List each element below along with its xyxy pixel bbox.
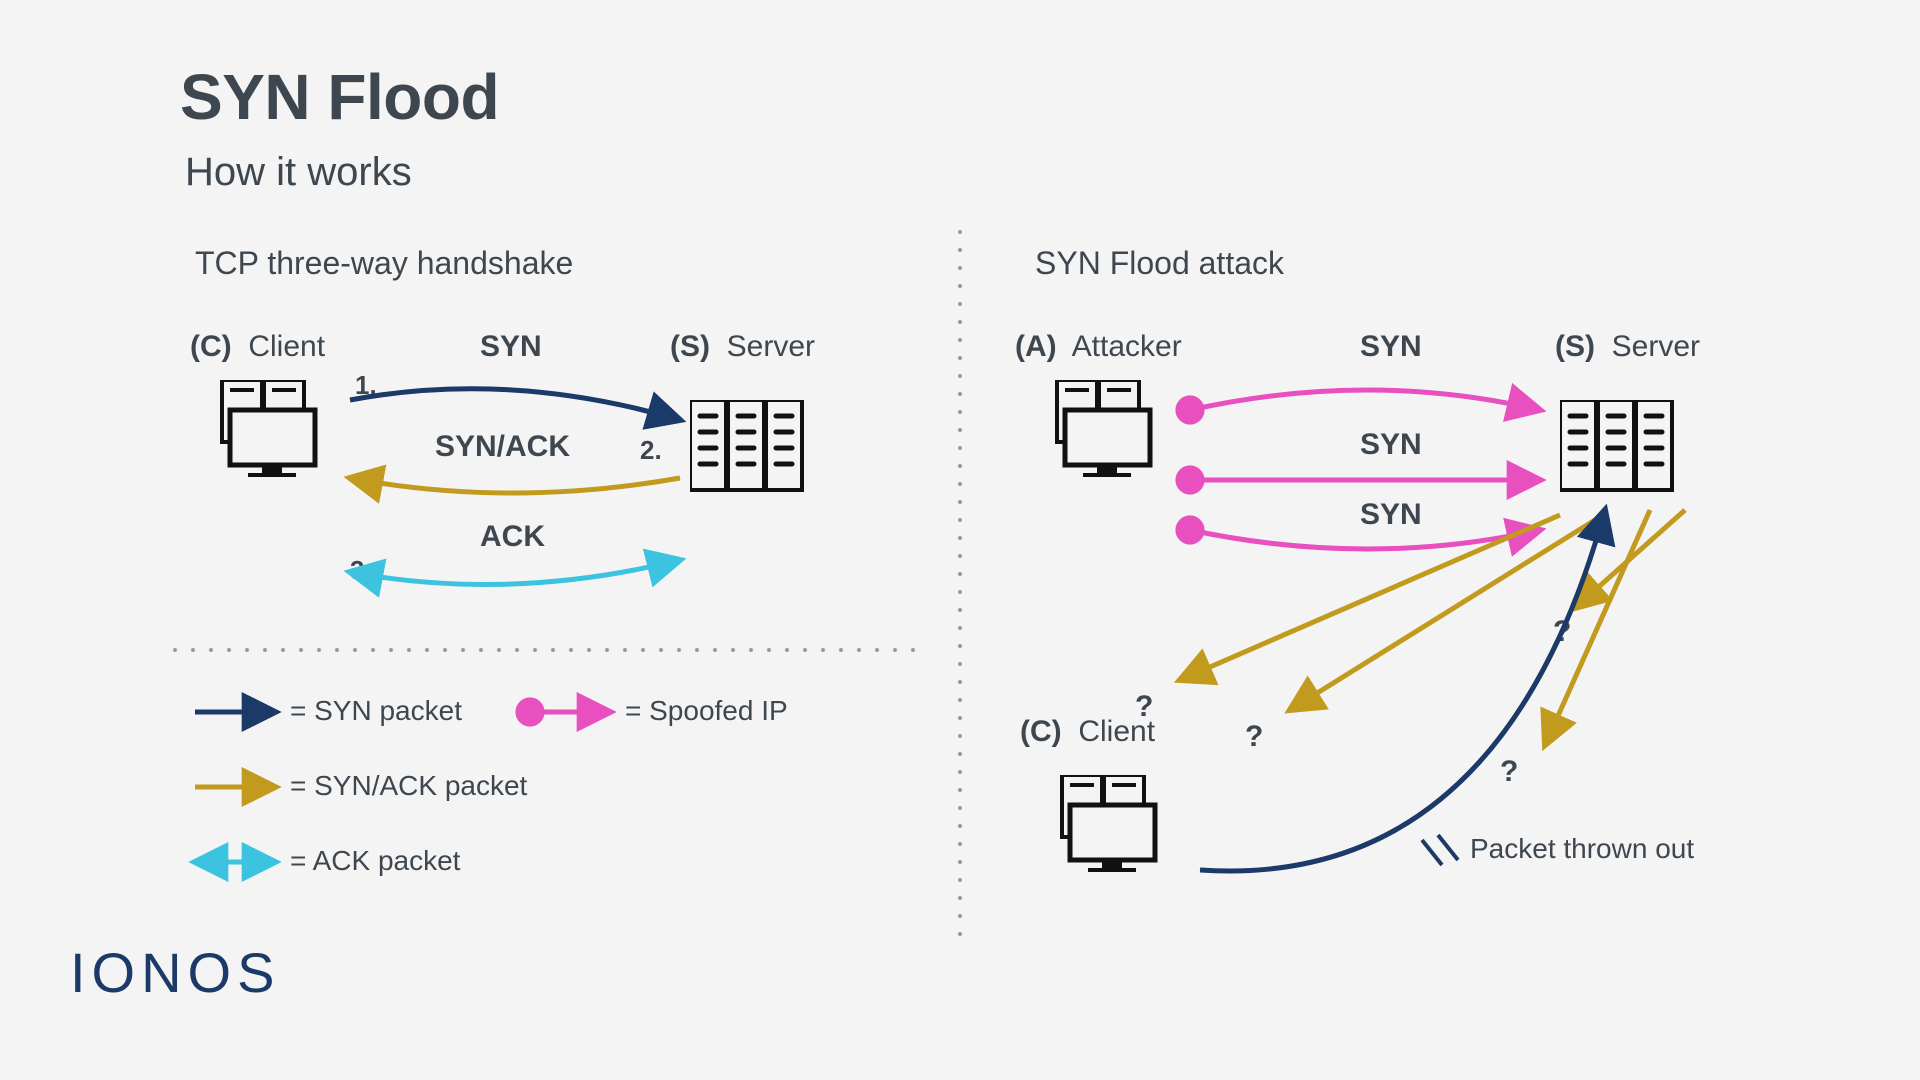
synack-label: SYN/ACK (435, 430, 570, 464)
legend-syn: = SYN packet (290, 695, 462, 727)
thrown-out-label: Packet thrown out (1470, 833, 1694, 865)
legend-ack: = ACK packet (290, 845, 460, 877)
server-label-text-right: Server (1612, 330, 1700, 363)
section-title-left: TCP three-way handshake (195, 245, 573, 282)
client-icon-right (1050, 775, 1175, 885)
syn-label-2: SYN (1360, 428, 1422, 462)
client-tag-text: (C) (190, 330, 232, 363)
server-icon-right (1560, 400, 1685, 500)
qmark-1: ? (1135, 690, 1153, 724)
client-label-text: Client (248, 330, 325, 363)
step-2: 2. (640, 435, 662, 466)
syn-label: SYN (480, 330, 542, 364)
section-title-right: SYN Flood attack (1035, 245, 1284, 282)
server-tag-text-left: (S) (670, 330, 710, 363)
attacker-label: (A) Attacker (1015, 330, 1182, 364)
qmark-3: ? (1553, 615, 1571, 649)
server-label-text-left: Server (727, 330, 815, 363)
page-subtitle: How it works (185, 150, 412, 195)
ack-label: ACK (480, 520, 545, 554)
step-1: 1. (355, 370, 377, 401)
server-tag-text-right: (S) (1555, 330, 1595, 363)
attacker-icon (1045, 380, 1170, 490)
client-icon (210, 380, 335, 490)
syn-label-3: SYN (1360, 498, 1422, 532)
step-3: 3. (350, 555, 372, 586)
qmark-4: ? (1500, 755, 1518, 789)
client-label: (C) Client (190, 330, 325, 364)
qmark-2: ? (1245, 720, 1263, 754)
server-label-left: (S) Server (670, 330, 815, 364)
attacker-label-text: Attacker (1072, 330, 1182, 363)
server-label-right: (S) Server (1555, 330, 1700, 364)
legend-spoofed: = Spoofed IP (625, 695, 788, 727)
legend-synack: = SYN/ACK packet (290, 770, 527, 802)
client-tag-text-right: (C) (1020, 715, 1062, 748)
syn-label-1: SYN (1360, 330, 1422, 364)
attacker-tag-text: (A) (1015, 330, 1057, 363)
page-title: SYN Flood (180, 60, 499, 134)
server-icon (690, 400, 815, 500)
brand-logo: IONOS (70, 940, 280, 1005)
